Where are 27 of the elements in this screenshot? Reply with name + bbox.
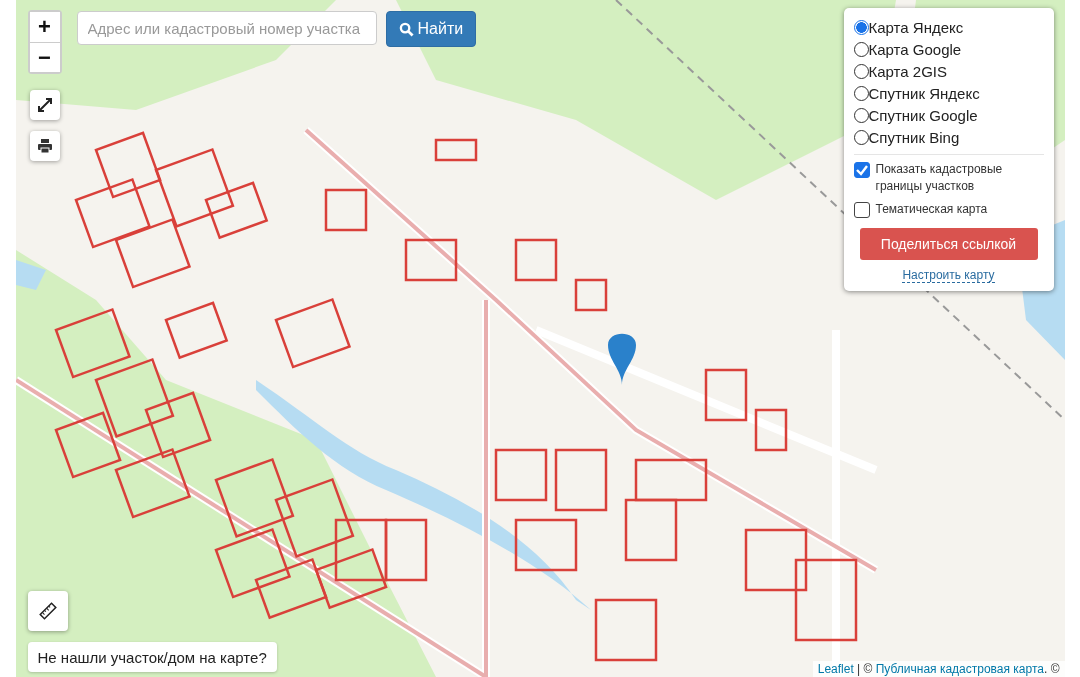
print-icon [36, 138, 53, 154]
radio-button[interactable] [853, 19, 869, 35]
zoom-out-button[interactable]: − [29, 42, 60, 72]
share-link-button[interactable]: Поделиться ссылкой [859, 228, 1038, 260]
layer-label[interactable]: Карта Яндекс [868, 18, 964, 36]
attribution-text: Leaflet | © Публичная кадастровая карта. © [812, 661, 1065, 677]
search-field[interactable]: Адрес или кадастровый номер участка [76, 11, 377, 45]
ruler-icon [38, 602, 57, 620]
fullscreen-button[interactable] [29, 90, 60, 120]
print-button[interactable] [29, 131, 60, 161]
checkbox[interactable] [853, 202, 870, 218]
overlay-label[interactable]: Показать кадастровые границы участков [875, 161, 1044, 195]
configure-map-link[interactable]: Настроить карту [902, 268, 995, 283]
find-button[interactable]: Найти [385, 11, 477, 47]
layer-label[interactable]: Карта Google [868, 40, 962, 58]
layer-label[interactable]: Спутник Bing [868, 128, 960, 146]
expand-icon [36, 97, 53, 113]
checkbox[interactable] [853, 162, 870, 178]
layer-label[interactable]: Спутник Google [868, 106, 978, 124]
overlay-label[interactable]: Тематическая карта [875, 201, 988, 218]
search-icon [398, 21, 414, 37]
not-found-button[interactable]: Не нашли участок/дом на карте? [27, 642, 277, 672]
ruler-button[interactable] [27, 591, 68, 631]
attribution-link[interactable]: Leaflet [817, 662, 854, 676]
layer-label[interactable]: Карта 2GIS [868, 62, 947, 80]
attribution-link[interactable]: Публичная кадастровая карта [875, 662, 1044, 676]
layer-label[interactable]: Спутник Яндекс [868, 84, 980, 102]
